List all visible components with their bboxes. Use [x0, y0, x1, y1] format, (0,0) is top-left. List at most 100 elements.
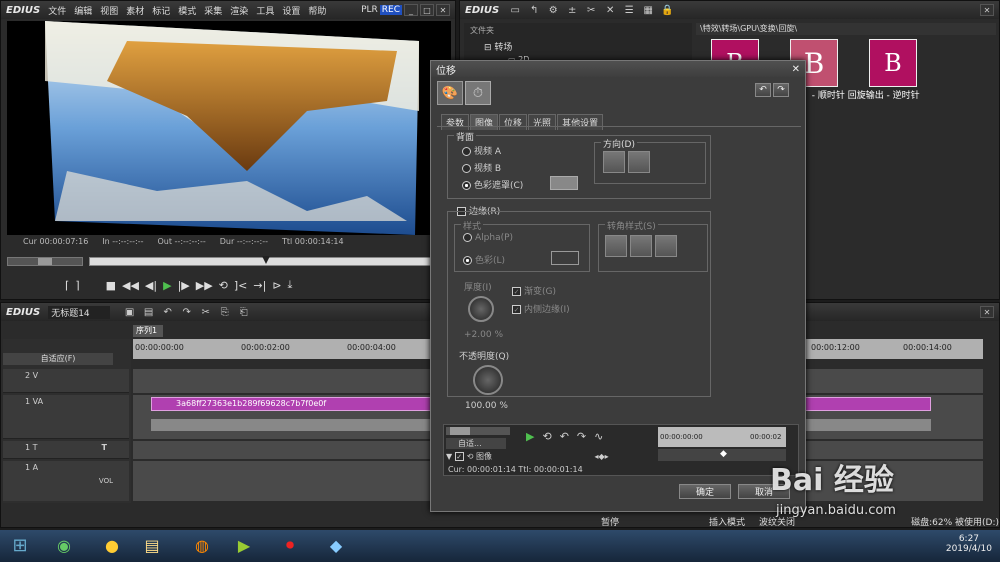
set-out-icon[interactable]: ⌉: [75, 279, 79, 292]
export-icon[interactable]: ⤓: [288, 278, 293, 292]
bin-close-button[interactable]: ✕: [980, 4, 994, 16]
style-alpha[interactable]: Alpha(P): [463, 233, 513, 243]
kf-zoom-slider[interactable]: [446, 427, 510, 435]
stopwatch-icon[interactable]: ⏱: [465, 81, 491, 105]
gradient-checkbox-box[interactable]: ✓: [512, 287, 521, 296]
kf-next-icon[interactable]: ↷: [577, 430, 586, 443]
style-color-swatch[interactable]: [551, 251, 579, 265]
track-1a[interactable]: 1 A VOL: [3, 461, 129, 501]
rewind-icon[interactable]: ◀◀: [122, 279, 139, 292]
menu-item-8[interactable]: 工具: [256, 7, 274, 17]
kf-graph-icon[interactable]: ∿: [594, 430, 603, 443]
taskbar-firefox-icon[interactable]: ◍: [186, 532, 218, 558]
timeline-close-button[interactable]: ✕: [980, 306, 994, 318]
effects-icon[interactable]: ⚙: [545, 3, 561, 17]
radio-color-matte[interactable]: 色彩遮罩(C): [462, 178, 523, 191]
menu-item-3[interactable]: 素材: [126, 7, 144, 17]
redo-icon[interactable]: ↷: [179, 305, 195, 319]
radio-color-matte-dot[interactable]: [462, 181, 471, 190]
track-1t[interactable]: 1 T T: [3, 441, 129, 459]
jog-slider[interactable]: [7, 257, 83, 266]
new-sequence-icon[interactable]: ▣: [122, 305, 138, 319]
step-back-icon[interactable]: ◀|: [145, 279, 157, 292]
inner-edge-checkbox-box[interactable]: ✓: [512, 305, 521, 314]
step-forward-icon[interactable]: |▶: [178, 279, 190, 292]
radio-video-a[interactable]: 视频 A: [462, 144, 501, 157]
jog-handle[interactable]: [38, 258, 52, 265]
start-button[interactable]: ⊞: [4, 532, 36, 558]
play-icon[interactable]: ▶: [163, 279, 171, 292]
set-in-icon[interactable]: ⌈: [65, 279, 69, 292]
cut-tool-icon[interactable]: ✂: [198, 305, 214, 319]
rec-label[interactable]: REC: [379, 5, 402, 15]
plr-label[interactable]: PLR: [361, 5, 378, 15]
taskbar-edius-icon[interactable]: ▶: [228, 532, 260, 558]
kf-auto-dropdown[interactable]: 自适...: [446, 438, 506, 449]
tree-item-transitions[interactable]: ⊟ 转场: [464, 38, 692, 55]
lock-icon[interactable]: 🔒: [659, 3, 675, 17]
match-frame-icon[interactable]: ⊳: [272, 279, 281, 292]
properties-icon[interactable]: ☰: [621, 3, 637, 17]
inner-edge-checkbox[interactable]: ✓ 内侧边缘(I): [512, 302, 570, 315]
add-icon[interactable]: ±: [564, 3, 580, 17]
kf-play-icon[interactable]: ▶: [526, 430, 534, 443]
view-icon[interactable]: ▦: [640, 3, 656, 17]
insert-icon[interactable]: ]<: [234, 279, 248, 292]
stop-icon[interactable]: ■: [106, 279, 116, 292]
palette-icon[interactable]: 🎨: [437, 81, 463, 105]
menu-item-6[interactable]: 采集: [204, 7, 222, 17]
kf-ruler[interactable]: 00:00:00:00 00:00:02: [658, 427, 786, 447]
menu-item-1[interactable]: 编辑: [74, 7, 92, 17]
kf-lane[interactable]: ◆: [658, 449, 786, 461]
dialog-close-icon[interactable]: ✕: [792, 64, 800, 75]
taskbar-record-icon[interactable]: ⏺: [274, 532, 306, 558]
undo-icon[interactable]: ↶: [160, 305, 176, 319]
track-2v[interactable]: 2 V: [3, 369, 129, 393]
minimize-button[interactable]: _: [404, 4, 418, 16]
ok-button[interactable]: 确定: [679, 484, 731, 499]
save-icon[interactable]: ▤: [141, 305, 157, 319]
kf-nav-icon[interactable]: ◂◆▸: [595, 452, 609, 461]
kf-track-checkbox[interactable]: ✓: [454, 452, 464, 461]
overwrite-icon[interactable]: →|: [253, 279, 266, 292]
taskbar-app-1-icon[interactable]: ◉: [48, 532, 80, 558]
menu-item-7[interactable]: 渲染: [230, 7, 248, 17]
gradient-checkbox[interactable]: ✓ 渐变(G): [512, 284, 556, 297]
keyframe-diamond[interactable]: ◆: [720, 449, 727, 459]
radio-video-a-dot[interactable]: [462, 147, 471, 156]
corner-square-button[interactable]: [605, 235, 627, 257]
position-slider[interactable]: [89, 256, 451, 266]
style-color[interactable]: 色彩(L): [463, 253, 505, 266]
menu-item-2[interactable]: 视图: [100, 7, 118, 17]
track-1va[interactable]: 1 VA: [3, 395, 129, 439]
corner-bevel-button[interactable]: [655, 235, 677, 257]
menu-item-0[interactable]: 文件: [48, 7, 66, 17]
close-button[interactable]: ✕: [436, 4, 450, 16]
effect-thumb-3[interactable]: B: [869, 39, 917, 87]
taskbar-folder-icon[interactable]: ▤: [136, 532, 168, 558]
menu-item-9[interactable]: 设置: [282, 7, 300, 17]
style-color-dot[interactable]: [463, 256, 472, 265]
color-swatch[interactable]: [550, 176, 578, 190]
taskbar-app-2-icon[interactable]: ●: [96, 532, 128, 558]
undo-button[interactable]: ↶: [755, 83, 771, 97]
radio-video-b[interactable]: 视频 B: [462, 161, 501, 174]
fit-dropdown[interactable]: 自适应(F): [3, 353, 113, 365]
paste-icon[interactable]: ⎗: [236, 305, 252, 319]
fast-forward-icon[interactable]: ▶▶: [196, 279, 213, 292]
kf-loop-icon[interactable]: ⟲: [542, 430, 551, 443]
kf-track-row[interactable]: ▼ ✓ ⟲ 图像 ◂◆▸: [446, 451, 646, 462]
kf-prev-icon[interactable]: ↶: [560, 430, 569, 443]
maximize-button[interactable]: □: [420, 4, 434, 16]
direction-button-1[interactable]: [603, 151, 625, 173]
taskbar-app-3-icon[interactable]: ◆: [320, 532, 352, 558]
menu-item-4[interactable]: 标记: [152, 7, 170, 17]
redo-button[interactable]: ↷: [773, 83, 789, 97]
playhead-marker[interactable]: [262, 256, 270, 264]
kf-zoom-handle[interactable]: [450, 427, 470, 435]
style-alpha-dot[interactable]: [463, 233, 472, 242]
loop-icon[interactable]: ⟲: [219, 279, 228, 292]
clock[interactable]: 6:27 2019/4/10: [946, 534, 992, 554]
cut-icon[interactable]: ✂: [583, 3, 599, 17]
thickness-knob[interactable]: [468, 296, 494, 322]
